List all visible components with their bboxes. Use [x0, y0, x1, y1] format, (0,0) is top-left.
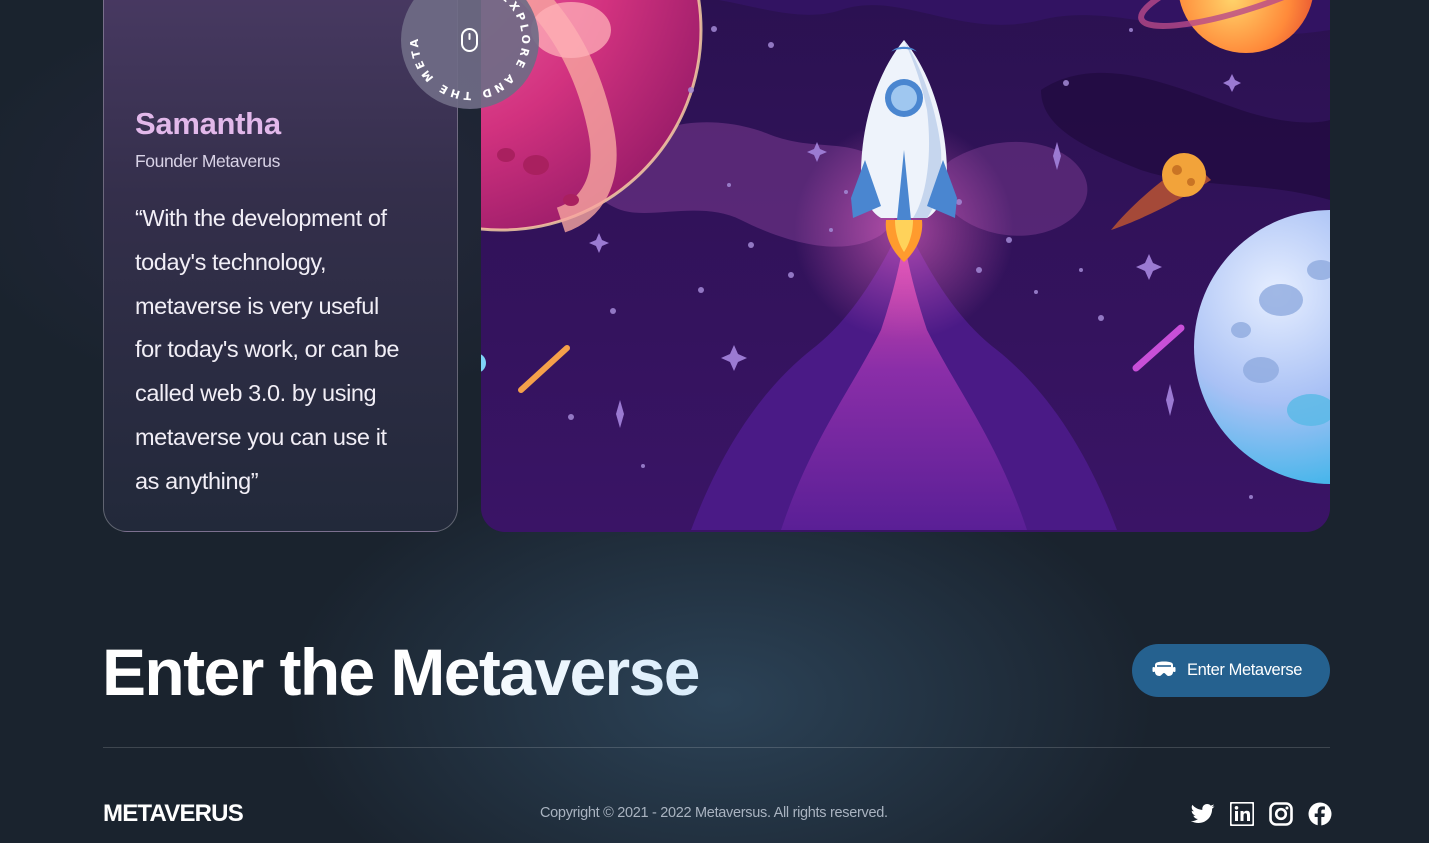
footer-divider — [103, 747, 1330, 748]
testimonial-name: Samantha — [135, 106, 281, 141]
footer-logo[interactable]: METAVERUS — [103, 800, 244, 828]
twitter-icon[interactable] — [1190, 801, 1216, 827]
social-links — [1190, 801, 1333, 827]
enter-metaverse-label: Enter Metaverse — [1187, 661, 1303, 679]
quote-line: metaverse you can use it — [135, 423, 387, 450]
testimonial-quote: “With the development of today's technol… — [135, 197, 435, 504]
copyright-text: Copyright © 2021 - 2022 Metaversus. All … — [540, 805, 888, 821]
quote-line: metaverse is very useful — [135, 292, 379, 319]
rocket-illustration — [481, 0, 1330, 532]
quote-line: for today's work, or can be — [135, 336, 400, 363]
vr-headset-icon — [1152, 661, 1176, 680]
enter-metaverse-button[interactable]: Enter Metaverse — [1132, 644, 1330, 697]
cta-title: Enter the Metaverse — [102, 635, 700, 709]
testimonial-role: Founder Metaverus — [135, 151, 280, 171]
linkedin-icon[interactable] — [1229, 801, 1255, 827]
quote-line: today's technology, — [135, 248, 327, 275]
facebook-icon[interactable] — [1307, 801, 1333, 827]
quote-line: as anything” — [135, 467, 259, 494]
explore-badge[interactable]: EXPLORE AND THE METAVERSE — [394, 0, 540, 110]
space-scene-svg — [481, 0, 1330, 532]
quote-line: “With the development of — [135, 205, 387, 231]
quote-line: called web 3.0. by using — [135, 380, 377, 407]
instagram-icon[interactable] — [1268, 801, 1294, 827]
